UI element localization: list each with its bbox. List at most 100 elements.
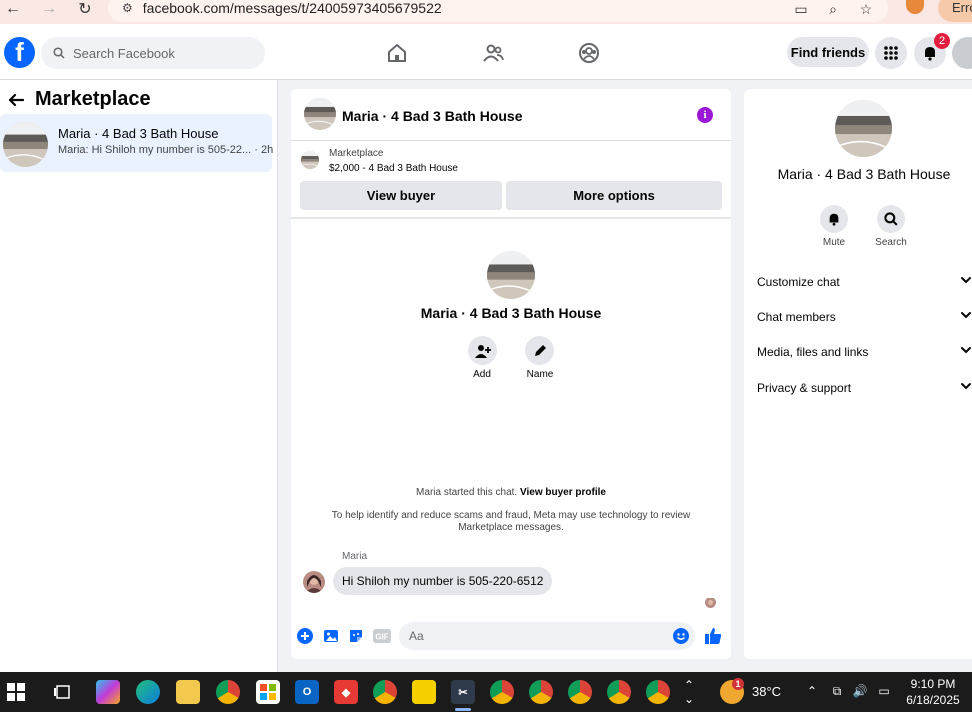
file-explorer-icon[interactable] [176, 680, 200, 704]
search-icon [884, 212, 898, 226]
media-files-row[interactable]: Media, files and links [757, 342, 972, 362]
search-box[interactable] [41, 37, 265, 69]
menu-grid-icon[interactable] [875, 37, 907, 69]
edge-icon[interactable] [136, 680, 160, 704]
marketplace-sidebar: Marketplace Maria · 4 Bad 3 Bath House M… [0, 80, 278, 672]
conversation-name: Maria · 4 Bad 3 Bath House [58, 126, 219, 141]
site-info-icon[interactable]: ⚙ [122, 1, 133, 15]
snipping-tool-icon[interactable]: ✂ [451, 680, 475, 704]
view-buyer-profile-link[interactable]: View buyer profile [520, 487, 606, 498]
marketplace-disclaimer: To help identify and reduce scams and fr… [331, 510, 691, 533]
friends-icon[interactable] [481, 41, 505, 65]
profile-icon[interactable] [906, 0, 924, 14]
mute-label: Mute [822, 237, 846, 248]
groups-icon[interactable] [577, 41, 601, 65]
network-icon[interactable]: ▭ [877, 684, 891, 698]
reload-icon[interactable]: ↻ [74, 0, 96, 18]
taskbar-scroll-arrows[interactable]: ⌃ ⌄ [682, 674, 696, 710]
weather-badge: 1 [732, 678, 744, 690]
address-bar[interactable]: ⚙ facebook.com/messages/t/24005973405679… [108, 0, 888, 22]
message-input[interactable] [409, 629, 659, 643]
active-app-indicator [455, 708, 471, 711]
chat-details-panel: Maria · 4 Bad 3 Bath House Mute Search C… [744, 89, 972, 659]
chat-started-notice: Maria started this chat. View buyer prof… [291, 487, 731, 498]
sticker-icon[interactable] [347, 627, 365, 645]
chevron-down-icon [960, 309, 972, 321]
emoji-icon[interactable] [673, 628, 689, 644]
browser-toolbar: ← → ↻ ⚙ facebook.com/messages/t/24005973… [0, 0, 972, 24]
find-friends-button[interactable]: Find friends [787, 37, 869, 67]
chat-profile-avatar [487, 251, 535, 299]
copilot-icon[interactable] [96, 680, 120, 704]
chrome-window-icon[interactable] [646, 680, 670, 704]
back-arrow-icon[interactable] [6, 90, 26, 110]
name-chat-button[interactable] [525, 336, 554, 365]
conversation-item[interactable]: Maria · 4 Bad 3 Bath House Maria: Hi Shi… [0, 114, 273, 172]
sender-avatar[interactable] [303, 571, 325, 593]
chat-header-title[interactable]: Maria · 4 Bad 3 Bath House [342, 108, 523, 124]
bell-icon [829, 213, 839, 226]
more-options-button[interactable]: More options [506, 181, 722, 210]
search-conversation-button[interactable] [877, 205, 905, 233]
mute-button[interactable] [820, 205, 848, 233]
search-input[interactable] [73, 45, 243, 61]
profile-error-pill[interactable]: Erro [938, 0, 972, 22]
message-composer[interactable] [399, 622, 695, 650]
task-view-icon[interactable] [50, 680, 74, 704]
plus-icon[interactable] [296, 627, 314, 645]
info-icon[interactable]: i [697, 107, 713, 123]
name-label: Name [526, 369, 554, 380]
message-sender: Maria [342, 551, 368, 562]
chat-profile-name: Maria · 4 Bad 3 Bath House [420, 305, 602, 321]
show-hidden-icons-icon[interactable]: ⌃ [805, 684, 819, 698]
facebook-header: f Find friends 2 [0, 24, 972, 80]
gif-icon[interactable]: GIF [373, 627, 391, 645]
meet-icon[interactable]: ⧉ [830, 684, 844, 698]
chrome-profile-icon[interactable] [373, 680, 397, 704]
chat-header-avatar[interactable] [304, 98, 336, 130]
facebook-logo[interactable]: f [4, 37, 35, 68]
details-name: Maria · 4 Bad 3 Bath House [777, 166, 951, 182]
sidebar-title: Marketplace [35, 88, 151, 110]
chat-members-row[interactable]: Chat members [757, 307, 972, 327]
back-arrow-icon[interactable]: ← [2, 0, 24, 18]
app-red-icon[interactable]: ◆ [334, 680, 358, 704]
windows-start-icon[interactable] [4, 680, 28, 704]
message-bubble[interactable]: Hi Shiloh my number is 505-220-6512 [333, 567, 553, 595]
taskbar-clock[interactable]: 9:10 PM 6/18/2025 [898, 676, 968, 708]
add-people-button[interactable] [468, 336, 497, 365]
search-icon [53, 47, 65, 59]
volume-icon[interactable]: 🔊 [853, 684, 868, 698]
forward-arrow-icon[interactable]: → [38, 0, 60, 18]
chrome-window-icon[interactable] [490, 680, 514, 704]
bookmark-star-icon[interactable]: ☆ [855, 0, 877, 18]
chevron-down-icon [960, 274, 972, 286]
divider [291, 140, 731, 141]
thumbs-up-icon[interactable] [704, 627, 722, 645]
privacy-support-row[interactable]: Privacy & support [757, 378, 972, 398]
account-avatar[interactable] [952, 37, 972, 69]
customize-chat-row[interactable]: Customize chat [757, 272, 972, 292]
install-app-icon[interactable]: ▭ [790, 0, 812, 18]
chrome-window-icon[interactable] [568, 680, 592, 704]
listing-label: Marketplace [329, 148, 384, 159]
chevron-down-icon [960, 344, 972, 356]
outlook-icon[interactable]: O [295, 680, 319, 704]
view-buyer-button[interactable]: View buyer [300, 181, 502, 210]
zoom-icon[interactable]: ⌕ [822, 0, 844, 18]
pencil-icon [534, 344, 546, 356]
chevron-down-icon [960, 380, 972, 392]
photo-icon[interactable] [322, 627, 340, 645]
section-label: Media, files and links [757, 345, 869, 359]
details-avatar [835, 100, 892, 157]
add-label: Add [473, 369, 491, 380]
chrome-window-icon[interactable] [529, 680, 553, 704]
section-label: Privacy & support [757, 381, 852, 395]
home-icon[interactable] [385, 41, 409, 65]
sticky-notes-icon[interactable] [412, 680, 436, 704]
divider [291, 217, 731, 219]
chrome-icon[interactable] [216, 680, 240, 704]
section-label: Chat members [757, 310, 836, 324]
chrome-window-icon[interactable] [607, 680, 631, 704]
store-icon[interactable] [256, 680, 280, 704]
